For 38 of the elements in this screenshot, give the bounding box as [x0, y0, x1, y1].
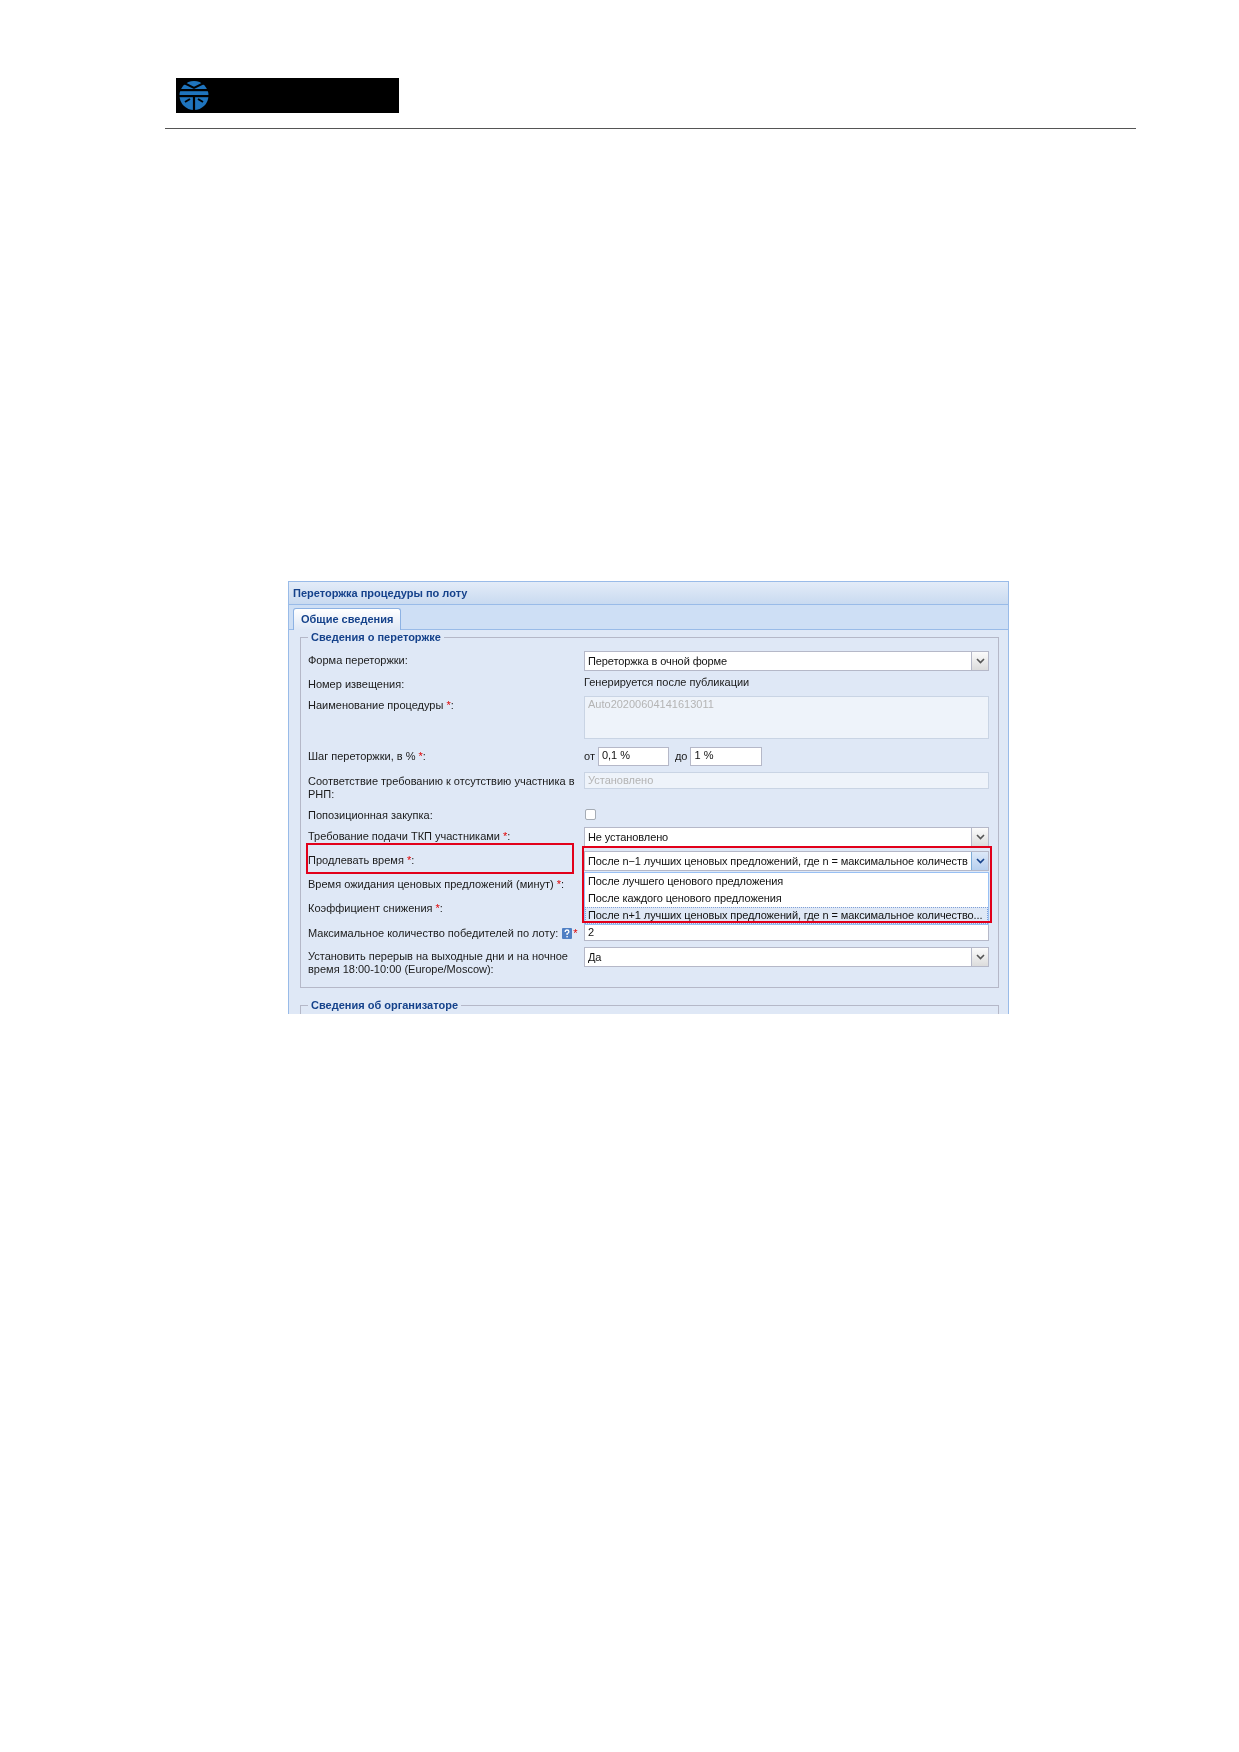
required-mark: *: [573, 927, 578, 940]
dropdown-field[interactable]: Да: [584, 947, 989, 967]
panel-title: Переторжка процедуры по лоту: [293, 586, 468, 600]
dropdown-field[interactable]: Не установлено: [584, 827, 989, 847]
field-label: Установить перерыв на выходные дни и на ночное время 18:00-10:00 (Europe/Moscow):: [308, 950, 569, 976]
tab[interactable]: Общие сведения: [293, 608, 402, 630]
section-title: Сведения о переторжке: [310, 630, 442, 644]
dropdown-option[interactable]: После лучшего ценового предложения: [585, 873, 988, 890]
field-label: Коэффициент снижения *:: [308, 902, 443, 915]
field-label: Время ожидания ценовых предложений (минут) *:: [308, 878, 565, 891]
dropdown-field[interactable]: Переторжка в очной форме: [584, 651, 989, 671]
field-label: Номер извещения:: [308, 678, 405, 691]
dropdown-button[interactable]: [971, 828, 988, 846]
text-field[interactable]: 1 %: [690, 747, 763, 766]
chevron-down-icon: [975, 954, 985, 960]
checkbox[interactable]: [585, 809, 596, 820]
dropdown-button[interactable]: [971, 948, 988, 966]
help-icon[interactable]: [562, 928, 573, 939]
dropdown-field[interactable]: После n−1 лучших ценовых предложений, где n = максимальное количеств: [584, 851, 989, 871]
field-label: Соответствие требованию к отсутствию участника в РНП:: [308, 775, 575, 801]
field-label: Шаг переторжки, в % *:: [308, 750, 426, 763]
dropdown-button[interactable]: [971, 652, 988, 670]
chevron-down-icon: [975, 858, 985, 864]
field-label: Наименование процедуры *:: [308, 699, 454, 712]
field-label: Требование подачи ТКП участниками *:: [308, 830, 511, 843]
range-label: от: [584, 750, 595, 763]
range-label: до: [674, 750, 688, 763]
field-label: Максимальное количество победителей по лоту:: [308, 927, 559, 940]
section-title: Сведения об организаторе: [310, 998, 459, 1012]
dropdown-button[interactable]: [971, 852, 988, 870]
chevron-down-icon: [975, 834, 985, 840]
text-field[interactable]: 0,1 %: [597, 747, 669, 766]
field-label: Продлевать время *:: [308, 854, 415, 867]
dropdown-option[interactable]: После каждого ценового предложения: [585, 890, 988, 907]
chevron-down-icon: [975, 658, 985, 664]
field-label: Форма переторжки:: [308, 654, 408, 667]
field-label: Попозиционная закупка:: [308, 809, 433, 822]
field-value: Генерируется после публикации: [584, 675, 751, 689]
